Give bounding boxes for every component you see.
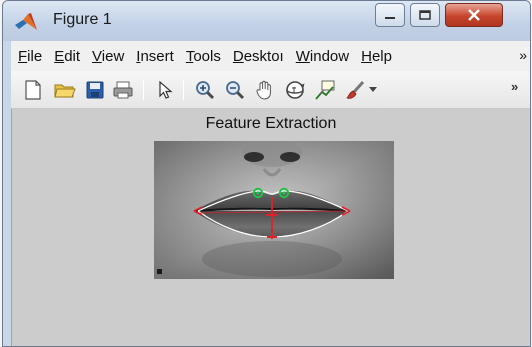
zoom-out-icon (226, 81, 245, 100)
menu-window[interactable]: Window (289, 48, 349, 65)
menu-insert[interactable]: Insert (129, 48, 174, 65)
print-button[interactable] (111, 78, 135, 102)
open-file-button[interactable] (53, 78, 77, 102)
maximize-icon (419, 10, 431, 20)
close-icon (468, 9, 480, 21)
edit-plot-button[interactable] (153, 78, 177, 102)
menu-bar: File Edit View Insert Tools Desktoı Wind… (11, 41, 530, 71)
rotate-3d-button[interactable] (283, 78, 307, 102)
print-icon (113, 81, 133, 99)
pan-hand-icon (256, 80, 271, 100)
open-file-icon (54, 84, 76, 98)
pointer-icon (159, 80, 173, 99)
window-title: Figure 1 (53, 11, 112, 28)
minimize-icon (385, 17, 395, 19)
menu-tools[interactable]: Tools (179, 48, 221, 65)
matlab-logo-icon (15, 13, 37, 30)
toolbar-separator (183, 80, 184, 100)
maximize-button[interactable] (410, 3, 440, 27)
chevron-down-icon (369, 87, 377, 92)
menu-help[interactable]: Help (354, 48, 392, 65)
rotate-3d-icon (286, 81, 305, 99)
menu-file[interactable]: File (11, 48, 42, 65)
close-button[interactable] (445, 3, 503, 27)
figure-toolbar: » (11, 71, 530, 109)
brush-icon (346, 80, 365, 99)
figure-window: Figure 1 File Edit View Insert Tools Des… (2, 0, 531, 347)
brush-dropdown-button[interactable] (367, 78, 379, 102)
toolbar-separator (143, 80, 144, 100)
minimize-button[interactable] (375, 3, 405, 27)
data-cursor-icon (315, 80, 335, 100)
right-nostril (280, 152, 300, 162)
data-cursor-button[interactable] (313, 78, 337, 102)
lip-image-axes[interactable] (154, 141, 394, 279)
figure-canvas: Feature Extraction (11, 109, 530, 346)
save-icon (86, 81, 104, 99)
pan-button[interactable] (253, 78, 277, 102)
chin-shadow (202, 241, 342, 277)
menu-overflow-button[interactable]: » (519, 47, 527, 63)
save-button[interactable] (83, 78, 107, 102)
menu-desktop[interactable]: Desktoı (226, 48, 284, 65)
zoom-in-icon (196, 81, 215, 100)
zoom-out-button[interactable] (223, 78, 247, 102)
zoom-in-button[interactable] (193, 78, 217, 102)
corner-speck (157, 269, 162, 274)
menu-edit[interactable]: Edit (47, 48, 80, 65)
new-figure-icon (25, 80, 41, 100)
left-nostril (244, 152, 264, 162)
new-figure-button[interactable] (21, 78, 45, 102)
menu-view[interactable]: View (85, 48, 124, 65)
toolbar-overflow-button[interactable]: » (511, 79, 518, 94)
canvas-left-border (11, 109, 12, 346)
title-bar[interactable]: Figure 1 (3, 1, 530, 41)
axes-title: Feature Extraction (205, 115, 337, 132)
canvas-right-border (530, 109, 531, 347)
brush-button[interactable] (343, 78, 367, 102)
